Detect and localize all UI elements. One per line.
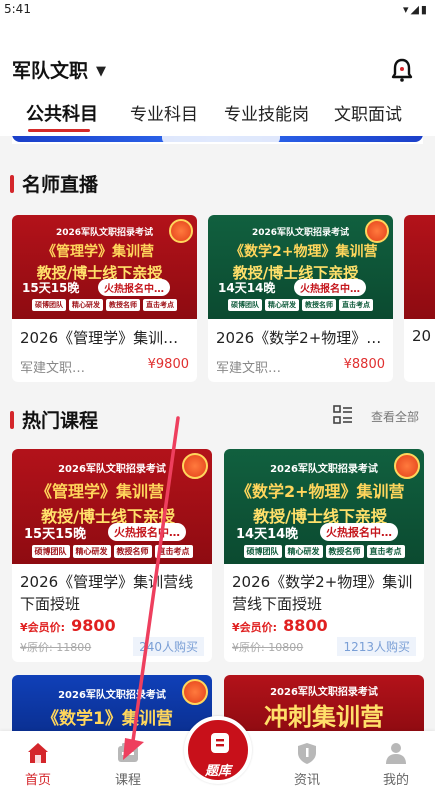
bell-icon[interactable] bbox=[391, 58, 413, 82]
course-poster: 2026军队文职招录考试 《数学2+物理》集训营 教授/博士线下亲授 14天14… bbox=[224, 449, 424, 564]
tab-major[interactable]: 专业科目 bbox=[130, 100, 198, 125]
hot-course-card[interactable]: 2026军队文职招录考试 《数学1》集训营 bbox=[12, 675, 212, 735]
nav-news[interactable]: 资讯 bbox=[277, 731, 337, 786]
hot-course-card[interactable]: 2026军队文职招录考试 《管理学》集训营 教授/博士线下亲授 15天15晚 火… bbox=[12, 449, 212, 662]
member-price-label: ¥会员价: bbox=[232, 621, 278, 634]
tab-underline bbox=[28, 129, 90, 132]
nav-question-bank[interactable]: 题库 bbox=[184, 716, 252, 784]
app-title: 军队文职 bbox=[12, 60, 89, 82]
live-section-title: 名师直播 bbox=[22, 174, 99, 196]
nav-profile-label: 我的 bbox=[382, 773, 409, 786]
live-course-name: 20 bbox=[412, 327, 432, 345]
hot-course-card[interactable]: 2026军队文职招录考试 冲刺集训营 bbox=[224, 675, 424, 735]
live-course-name: 2026《数学2+物理》… bbox=[216, 329, 382, 347]
home-icon bbox=[28, 743, 48, 763]
buyer-count: 240人购买 bbox=[133, 637, 204, 656]
member-price-row: ¥会员价: 8800 bbox=[232, 616, 328, 635]
member-price-row: ¥会员价: 9800 bbox=[20, 616, 116, 635]
course-poster: 2026军队文职招录考试 《数学1》集训营 bbox=[12, 675, 212, 735]
status-icons: ▾◢▮ bbox=[402, 3, 429, 16]
banner-carousel[interactable] bbox=[12, 136, 423, 144]
question-bank-icon bbox=[211, 733, 229, 753]
hot-seal-icon bbox=[169, 219, 193, 243]
course-poster: 2026军队文职招录考试 冲刺集训营 bbox=[224, 675, 424, 735]
list-view-icon[interactable] bbox=[333, 405, 353, 425]
live-section-header: 名师直播 bbox=[10, 170, 98, 197]
live-course-card[interactable]: 2026军队文职招录考试 《数学2+物理》集训营 教授/博士线下亲授 14天14… bbox=[208, 215, 393, 382]
live-course-provider: 军建文职… bbox=[20, 361, 86, 376]
course-name: 2026《数学2+物理》集训营线下面授班 bbox=[232, 573, 413, 613]
view-all-link[interactable]: 查看全部 bbox=[371, 408, 419, 425]
course-poster: 2026军队文职招录考试 《管理学》集训营 教授/博士线下亲授 15天15晚 火… bbox=[12, 215, 197, 319]
tab-interview[interactable]: 文职面试 bbox=[334, 100, 402, 125]
original-price: ¥原价: 10800 bbox=[232, 641, 304, 654]
status-time: 5:41 bbox=[4, 2, 31, 16]
status-bar: 5:41 ▾◢▮ bbox=[0, 0, 435, 22]
hot-seal-icon bbox=[365, 219, 389, 243]
member-price: 8800 bbox=[283, 616, 328, 635]
nav-home-label: 首页 bbox=[24, 773, 51, 786]
hot-seal-icon bbox=[394, 453, 420, 479]
hot-seal-icon bbox=[182, 453, 208, 479]
poster-tags: 硕博团队 精心研发 教授名师 直击考点 bbox=[208, 299, 393, 311]
poster-tags: 硕博团队 精心研发 教授名师 直击考点 bbox=[12, 545, 212, 558]
course-poster: 2026军队文职招录考试 《管理学》集训营 教授/博士线下亲授 15天15晚 火… bbox=[12, 449, 212, 564]
live-course-price: ¥9800 bbox=[147, 357, 189, 372]
live-course-name: 2026《管理学》集训… bbox=[20, 329, 179, 347]
poster-tags: 硕博团队 精心研发 教授名师 直击考点 bbox=[12, 299, 197, 311]
live-course-card[interactable]: 20 bbox=[404, 215, 435, 382]
hot-section-title: 热门课程 bbox=[22, 410, 99, 432]
hot-section-header: 热门课程 bbox=[10, 406, 98, 433]
hot-course-card[interactable]: 2026军队文职招录考试 《数学2+物理》集训营 教授/博士线下亲授 14天14… bbox=[224, 449, 424, 662]
live-course-provider: 军建文职… bbox=[216, 361, 282, 376]
section-marker bbox=[10, 410, 14, 429]
course-poster bbox=[404, 215, 435, 319]
profile-icon bbox=[386, 743, 406, 764]
nav-question-bank-label: 题库 bbox=[204, 764, 231, 779]
top-header: 军队文职 ▼ 公共科目 专业科目 专业技能岗 文职面试 bbox=[0, 22, 435, 136]
course-icon bbox=[118, 743, 138, 762]
caret-down-icon: ▼ bbox=[96, 63, 107, 79]
live-course-price: ¥8800 bbox=[343, 357, 385, 372]
nav-news-label: 资讯 bbox=[293, 773, 320, 786]
nav-course[interactable]: 课程 bbox=[98, 731, 158, 786]
news-icon bbox=[298, 743, 316, 764]
tab-skill[interactable]: 专业技能岗 bbox=[224, 100, 309, 125]
nav-course-label: 课程 bbox=[114, 773, 141, 786]
member-price-label: ¥会员价: bbox=[20, 621, 66, 634]
tab-public[interactable]: 公共科目 bbox=[26, 100, 98, 126]
buyer-count: 1213人购买 bbox=[337, 637, 416, 656]
nav-profile[interactable]: 我的 bbox=[366, 731, 426, 786]
poster-tags: 硕博团队 精心研发 教授名师 直击考点 bbox=[224, 545, 424, 558]
course-poster: 2026军队文职招录考试 《数学2+物理》集训营 教授/博士线下亲授 14天14… bbox=[208, 215, 393, 319]
nav-home[interactable]: 首页 bbox=[8, 731, 68, 786]
hot-seal-icon bbox=[182, 679, 208, 705]
category-selector[interactable]: 军队文职 ▼ bbox=[12, 56, 106, 83]
tab-bar: 公共科目 专业科目 专业技能岗 文职面试 bbox=[0, 92, 435, 132]
member-price: 9800 bbox=[71, 616, 116, 635]
original-price: ¥原价: 11800 bbox=[20, 641, 92, 654]
live-course-card[interactable]: 2026军队文职招录考试 《管理学》集训营 教授/博士线下亲授 15天15晚 火… bbox=[12, 215, 197, 382]
course-name: 2026《管理学》集训营线下面授班 bbox=[20, 573, 194, 613]
section-marker bbox=[10, 174, 14, 193]
